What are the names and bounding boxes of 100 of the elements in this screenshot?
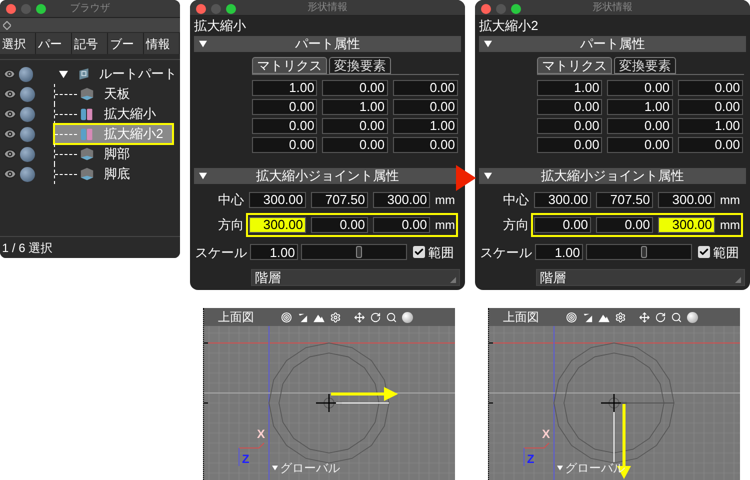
slider-thumb[interactable] [641, 246, 648, 258]
collapse-triangle-icon[interactable] [199, 172, 207, 180]
diamond-icon[interactable] [3, 20, 11, 30]
matrix-cell[interactable]: 0.00 [392, 80, 458, 96]
collapse-triangle-icon[interactable] [484, 172, 492, 180]
matrix-cell[interactable]: 1.00 [678, 118, 743, 134]
matrix-cell[interactable]: 0.00 [607, 118, 673, 134]
view-menu[interactable]: 上面図 [503, 311, 539, 323]
number-field[interactable]: 300.00 [658, 216, 715, 232]
tree-item-label[interactable]: 脚底 [104, 164, 130, 184]
matrix-cell[interactable]: 1.00 [607, 98, 673, 114]
matrix-cell[interactable]: 0.00 [322, 118, 388, 134]
number-field[interactable]: 0.00 [311, 216, 368, 232]
visibility-eye-icon[interactable] [3, 87, 17, 101]
number-field[interactable]: 0.00 [534, 216, 591, 232]
close-button[interactable] [481, 4, 491, 14]
tilt-icon[interactable] [582, 312, 593, 322]
number-field[interactable]: 300.00 [658, 192, 715, 208]
matrix-cell[interactable]: 1.00 [392, 118, 458, 134]
matrix-cell[interactable]: 0.00 [537, 136, 602, 152]
checkbox[interactable] [413, 246, 425, 258]
number-field[interactable]: 300.00 [373, 192, 430, 208]
tree-item-label[interactable]: 拡大縮小 [104, 104, 156, 124]
number-field[interactable]: 0.00 [596, 216, 653, 232]
column-header[interactable]: 選択 [0, 33, 36, 54]
zoom-button[interactable] [226, 4, 236, 14]
tab[interactable]: マトリクス [252, 56, 327, 74]
slider-thumb[interactable] [356, 246, 362, 258]
visibility-eye-icon[interactable] [3, 127, 17, 141]
search-icon[interactable] [671, 312, 682, 322]
close-button[interactable] [196, 4, 206, 14]
dropdown[interactable]: 階層 [536, 269, 745, 286]
tilt-icon[interactable] [297, 312, 308, 322]
number-field[interactable]: 300.00 [249, 216, 306, 232]
tab[interactable]: マトリクス [537, 56, 612, 74]
slider-track[interactable] [301, 244, 407, 260]
column-header[interactable]: ブー [108, 33, 144, 54]
section-header[interactable]: 拡大縮小ジョイント属性 [479, 168, 746, 184]
column-header[interactable]: 情報 [144, 33, 180, 54]
matrix-cell[interactable]: 0.00 [537, 98, 602, 114]
tab[interactable]: 変換要素 [329, 56, 391, 74]
number-field[interactable]: 1.00 [250, 244, 298, 260]
matrix-cell[interactable]: 0.00 [252, 118, 318, 134]
expand-triangle-icon[interactable] [59, 70, 68, 78]
view-menu[interactable]: 上面図 [218, 311, 254, 323]
rotate-icon[interactable] [655, 312, 666, 322]
column-header[interactable]: 記号 [72, 33, 108, 54]
matrix-cell[interactable]: 1.00 [322, 98, 388, 114]
target-icon[interactable] [281, 312, 292, 322]
zoom-button[interactable] [511, 4, 521, 14]
checkbox[interactable] [698, 246, 710, 258]
matrix-cell[interactable]: 0.00 [537, 118, 602, 134]
dropdown-triangle-icon[interactable] [557, 465, 563, 471]
search-icon[interactable] [386, 312, 397, 322]
number-field[interactable]: 707.50 [311, 192, 368, 208]
close-button[interactable] [6, 4, 16, 14]
number-field[interactable]: 0.00 [373, 216, 430, 232]
matrix-cell[interactable]: 0.00 [252, 98, 318, 114]
target-icon[interactable] [566, 312, 577, 322]
object-name: 拡大縮小2 [479, 17, 538, 35]
visibility-eye-icon[interactable] [3, 67, 16, 81]
matrix-cell[interactable]: 0.00 [607, 136, 673, 152]
collapse-triangle-icon[interactable] [484, 40, 492, 48]
column-header[interactable]: パー [36, 33, 72, 54]
tree-item-label[interactable]: ルートパート [98, 64, 177, 84]
matrix-cell[interactable]: 0.00 [607, 80, 673, 96]
matrix-cell[interactable]: 0.00 [322, 136, 388, 152]
matrix-cell[interactable]: 0.00 [678, 136, 743, 152]
visibility-eye-icon[interactable] [3, 167, 17, 181]
number-field[interactable]: 707.50 [596, 192, 653, 208]
slider-track[interactable] [586, 244, 692, 260]
section-header[interactable]: パート属性 [479, 36, 746, 52]
matrix-cell[interactable]: 0.00 [678, 80, 743, 96]
rotate-icon[interactable] [370, 312, 381, 322]
number-field[interactable]: 300.00 [249, 192, 306, 208]
number-field[interactable]: 300.00 [534, 192, 591, 208]
dropdown-triangle-icon[interactable] [272, 465, 278, 471]
settings-icon[interactable] [615, 312, 626, 322]
matrix-cell[interactable]: 1.00 [252, 80, 318, 96]
matrix-cell[interactable]: 0.00 [392, 136, 458, 152]
move-icon[interactable] [354, 312, 365, 322]
tree-item-label[interactable]: 脚部 [104, 144, 130, 164]
visibility-eye-icon[interactable] [3, 107, 17, 121]
section-header[interactable]: パート属性 [194, 36, 461, 52]
matrix-cell[interactable]: 0.00 [678, 98, 743, 114]
dropdown[interactable]: 階層 [251, 269, 460, 286]
coordinate-menu[interactable]: グローバル [280, 462, 340, 474]
zoom-button[interactable] [36, 4, 46, 14]
matrix-cell[interactable]: 0.00 [392, 98, 458, 114]
matrix-cell[interactable]: 0.00 [252, 136, 318, 152]
tab[interactable]: 変換要素 [614, 56, 676, 74]
move-icon[interactable] [639, 312, 650, 322]
number-field[interactable]: 1.00 [535, 244, 583, 260]
settings-icon[interactable] [330, 312, 341, 322]
tree-item-label[interactable]: 天板 [104, 84, 130, 104]
collapse-triangle-icon[interactable] [199, 40, 207, 48]
visibility-eye-icon[interactable] [3, 147, 17, 161]
matrix-cell[interactable]: 1.00 [537, 80, 602, 96]
coordinate-menu[interactable]: グローバル [565, 462, 625, 474]
matrix-cell[interactable]: 0.00 [322, 80, 388, 96]
